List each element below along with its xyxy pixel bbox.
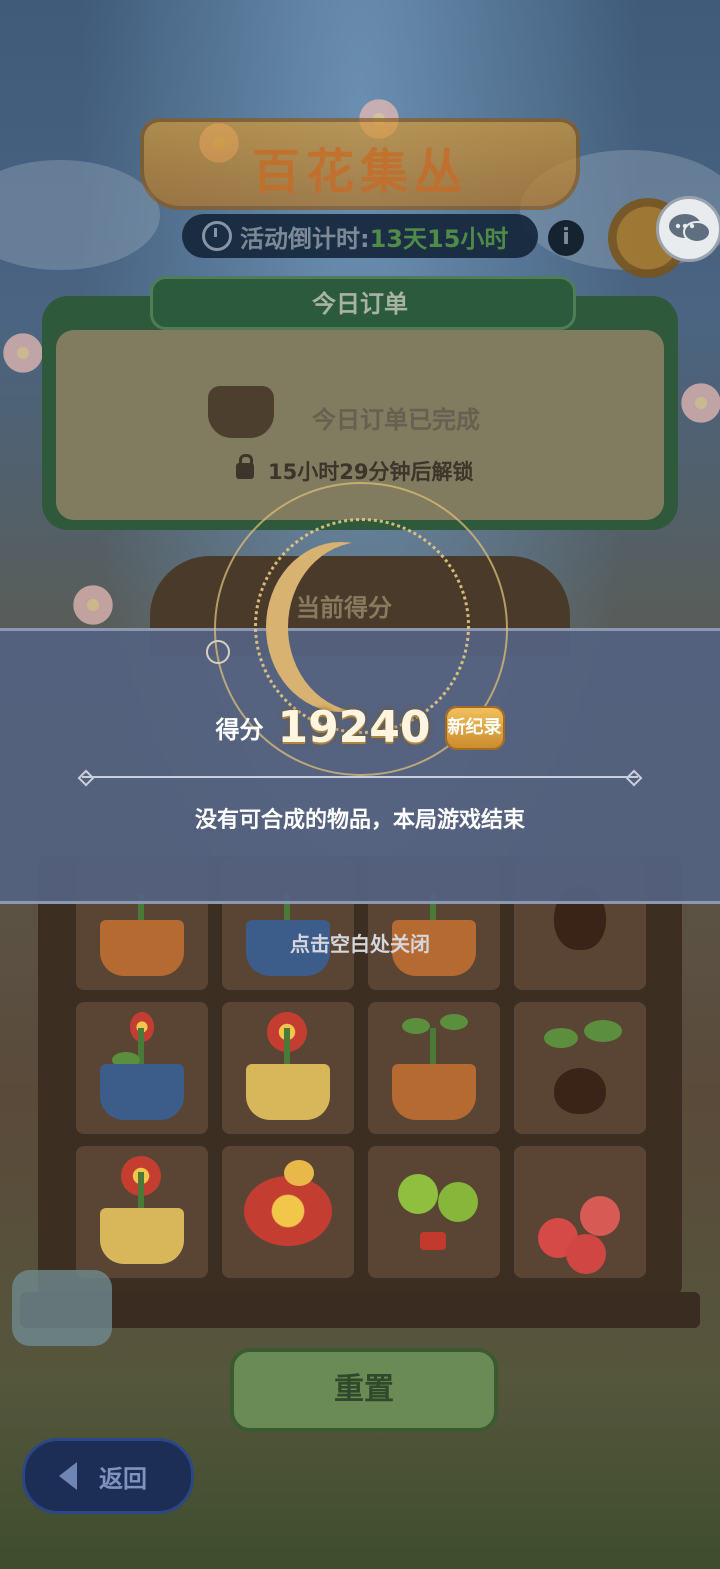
new-record-badge: 新纪录 — [444, 705, 505, 750]
stem — [430, 1028, 436, 1068]
stem — [138, 1172, 144, 1212]
patterned-pot-icon — [246, 1064, 330, 1120]
grid-cell-patterned-pot-red-flower[interactable] — [76, 1146, 208, 1278]
blossom — [70, 582, 116, 628]
lock-icon — [236, 454, 254, 479]
final-score-label: 得分 — [215, 716, 264, 744]
chat-button[interactable] — [656, 196, 720, 262]
patterned-pot-icon — [100, 1208, 184, 1264]
grid-cell-blue-pot-red-bud[interactable] — [76, 1002, 208, 1134]
bee-icon — [284, 1160, 314, 1186]
blossom — [678, 380, 720, 426]
countdown-label: 活动倒计时: — [240, 224, 370, 253]
crescent-moon-icon — [288, 542, 438, 712]
red-tomato-icon — [580, 1196, 620, 1236]
grid-cell-red-tomato-plant[interactable] — [514, 1146, 646, 1278]
back-label: 返回 — [99, 1464, 147, 1493]
cat-mascot-icon — [208, 386, 274, 438]
divider — [82, 776, 638, 778]
leaf — [544, 1028, 578, 1048]
blossom — [0, 330, 46, 376]
grid-cell-red-flower-with-bee[interactable] — [222, 1146, 354, 1278]
event-countdown: 活动倒计时: 13天15小时 — [182, 214, 538, 258]
watering-can-icon — [12, 1270, 112, 1346]
patterned-pot-icon — [392, 1064, 476, 1120]
grid-cell-patterned-pot-red-flower[interactable] — [222, 1002, 354, 1134]
ribbon-icon — [420, 1232, 446, 1250]
grid-cell-green-tomato-plant[interactable] — [368, 1146, 500, 1278]
leaf — [402, 1018, 430, 1034]
grid-cell-patterned-pot-sprout[interactable] — [368, 1002, 500, 1134]
green-tomato-icon — [398, 1174, 438, 1214]
big-red-flower-icon — [244, 1176, 332, 1246]
bulb-icon — [554, 1068, 606, 1114]
stem — [284, 1028, 290, 1068]
red-tomato-icon — [566, 1234, 606, 1274]
info-button[interactable]: i — [548, 220, 584, 256]
grid-cell-bulb-sprout[interactable] — [514, 1002, 646, 1134]
clock-icon — [202, 221, 232, 251]
green-tomato-icon — [438, 1182, 478, 1222]
leaf — [584, 1020, 622, 1042]
tap-to-close-hint[interactable]: 点击空白处关闭 — [0, 928, 720, 957]
event-title: 百花集丛 — [251, 144, 468, 200]
chat-icon — [669, 214, 711, 243]
leaf — [440, 1014, 468, 1030]
daily-order-title: 今日订单 — [312, 290, 408, 318]
countdown-value: 13天15小时 — [369, 224, 509, 253]
final-score-value: 19240 — [277, 702, 431, 753]
order-done-text: 今日订单已完成 — [312, 406, 480, 434]
blue-pot-icon — [100, 1064, 184, 1120]
game-over-message: 没有可合成的物品，本局游戏结束 — [194, 808, 525, 833]
final-score-row: 得分 19240 新纪录 — [0, 702, 720, 753]
back-button[interactable]: 返回 — [22, 1438, 194, 1514]
gem-icon — [206, 640, 230, 664]
grid-base — [20, 1292, 700, 1328]
back-arrow-icon — [59, 1462, 77, 1490]
reset-button[interactable]: 重置 — [230, 1348, 498, 1432]
